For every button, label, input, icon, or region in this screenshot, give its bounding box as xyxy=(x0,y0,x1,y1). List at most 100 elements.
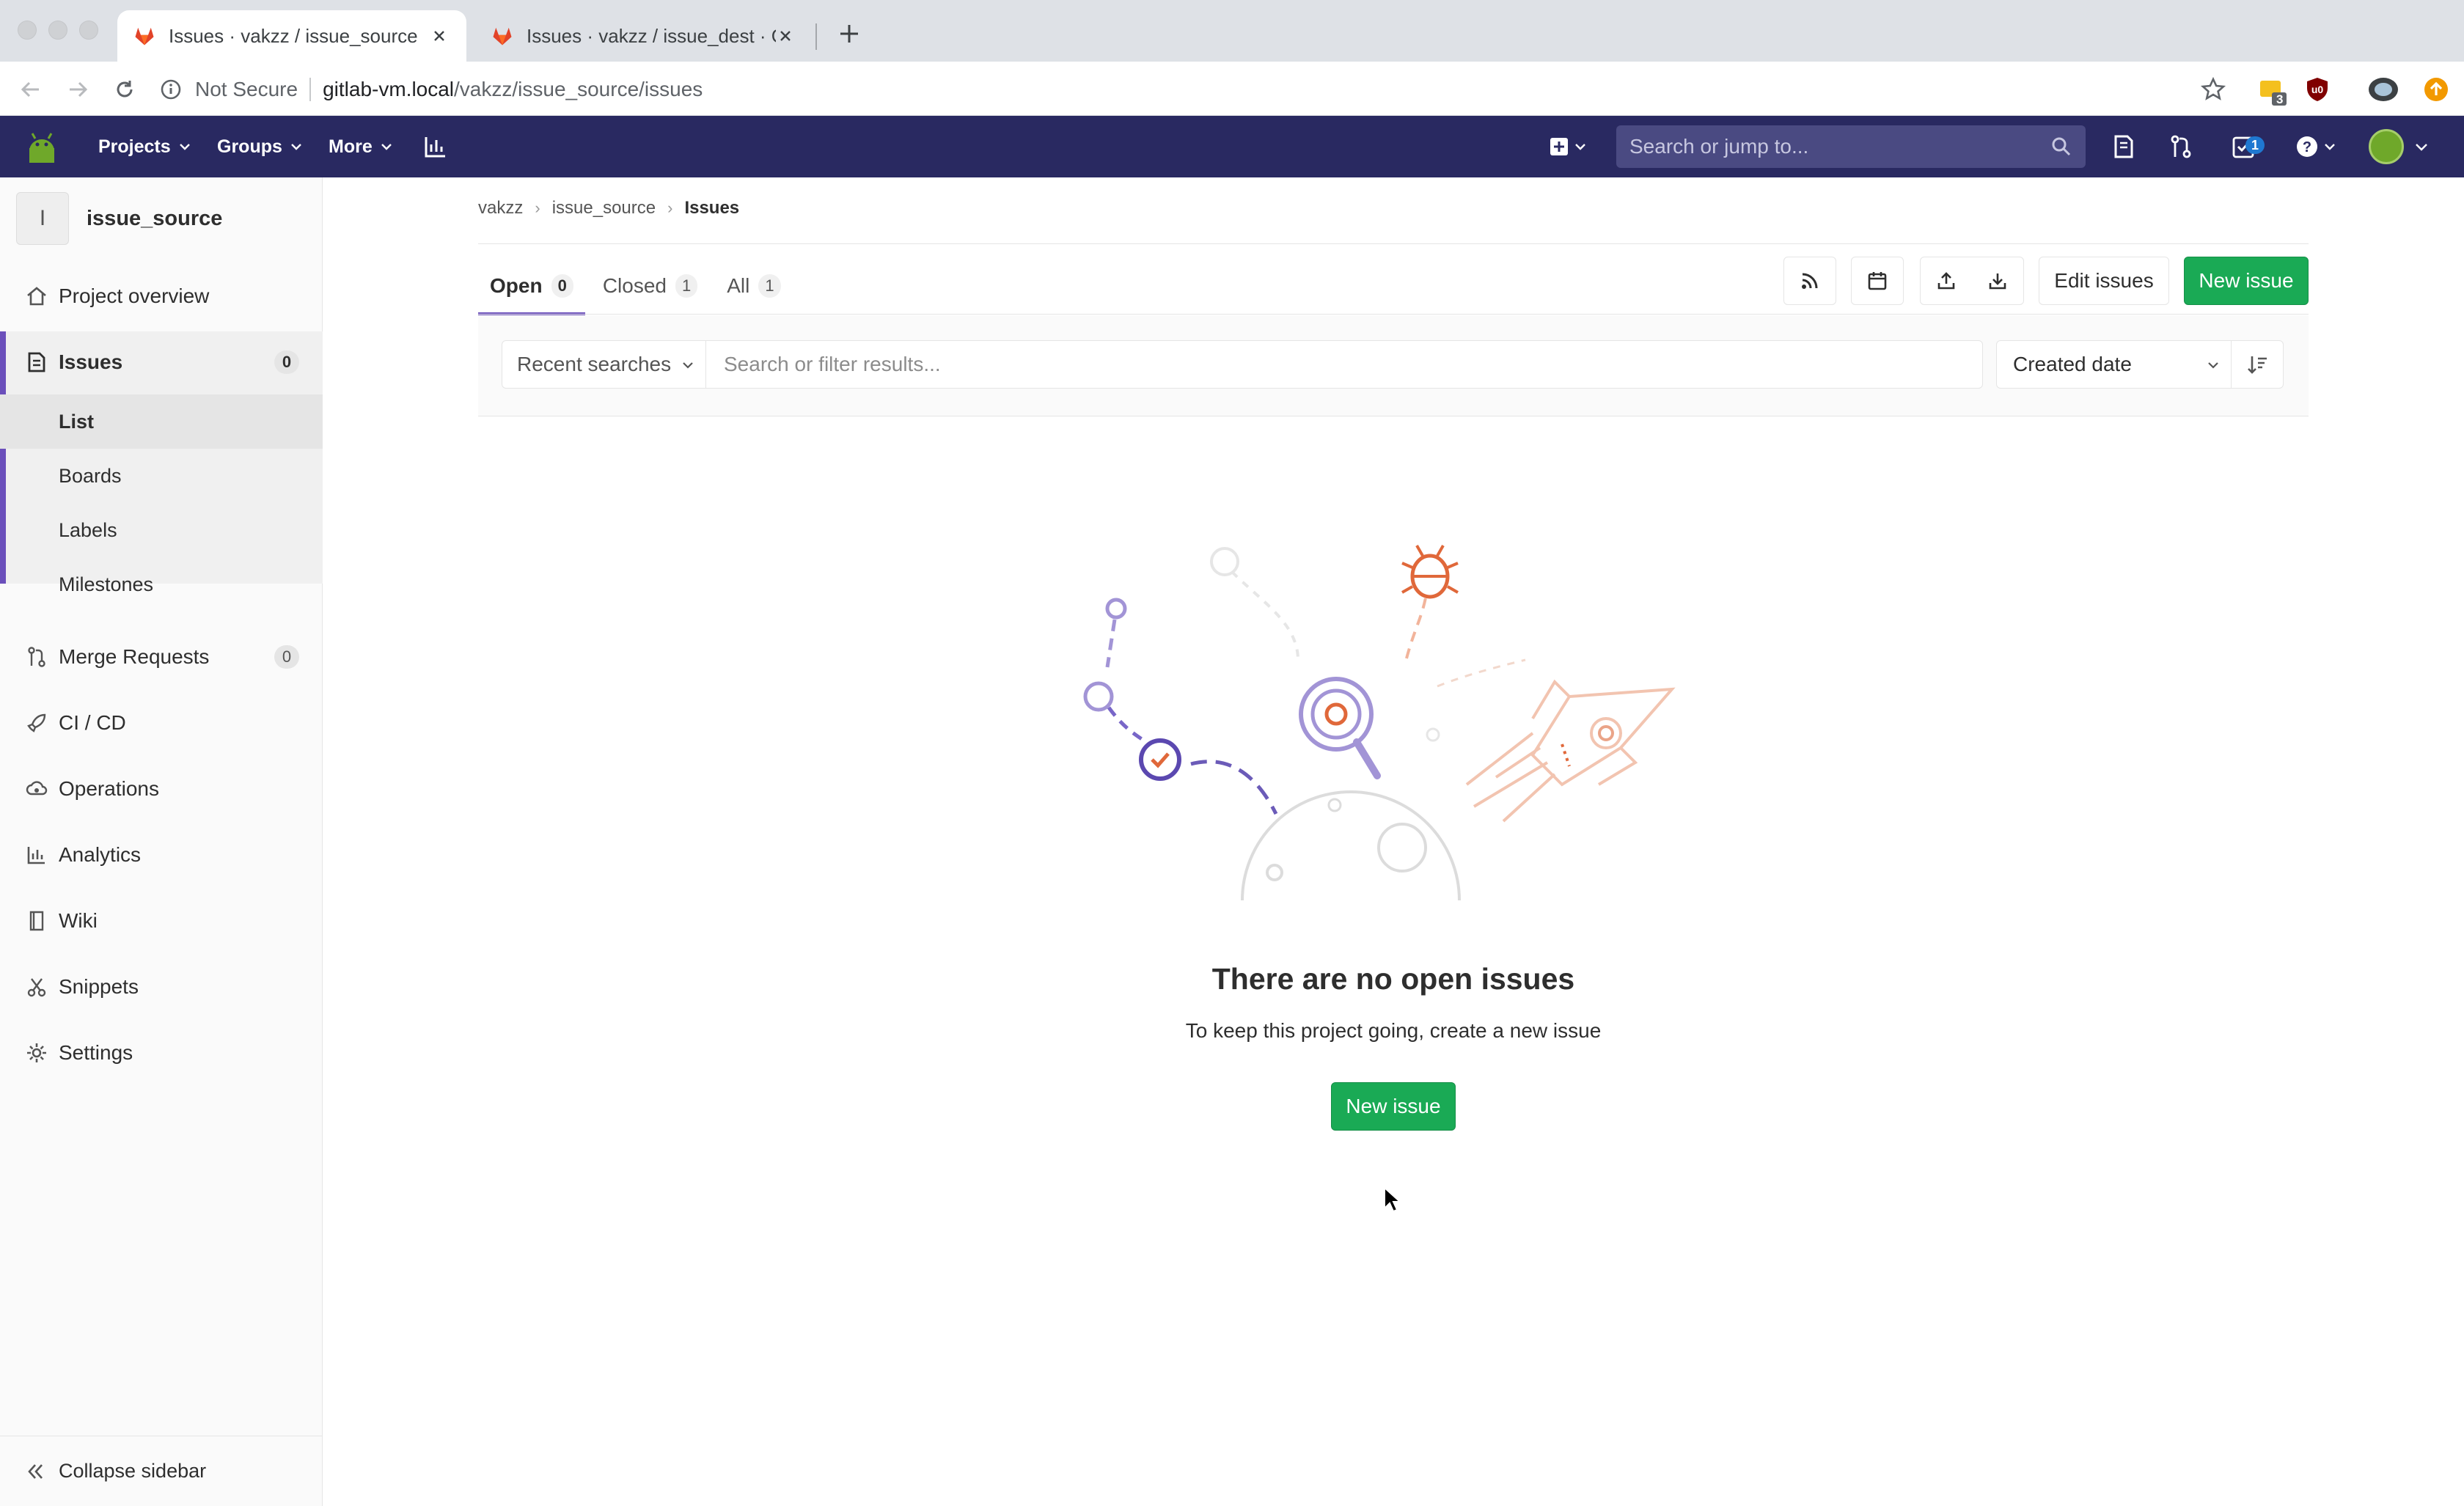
edit-issues-button[interactable]: Edit issues xyxy=(2039,257,2169,305)
home-icon xyxy=(25,284,48,308)
ublock-shield-icon[interactable]: u0 xyxy=(2304,76,2331,103)
sort-direction-button[interactable] xyxy=(2231,340,2284,389)
profile-extension-icon[interactable] xyxy=(2367,76,2398,103)
reload-icon[interactable] xyxy=(110,75,139,104)
merge-requests-shortcut-icon[interactable] xyxy=(2166,132,2196,161)
new-item-dropdown[interactable] xyxy=(1544,132,1596,161)
sort-dropdown[interactable]: Created date xyxy=(1996,340,2232,389)
info-icon[interactable] xyxy=(160,78,182,100)
sidebar-item-label: Settings xyxy=(59,1041,133,1064)
mouse-pointer-icon xyxy=(1384,1186,1401,1213)
export-upload-icon[interactable] xyxy=(1936,271,1957,291)
browser-tab-strip: Issues · vakzz / issue_source · G Issues… xyxy=(0,0,2464,62)
forward-icon[interactable] xyxy=(63,75,92,104)
window-zoom-light[interactable] xyxy=(79,21,98,40)
groups-menu[interactable]: Groups xyxy=(217,116,303,177)
sort-dropdown-label: Created date xyxy=(2013,353,2132,375)
tab-open[interactable]: Open 0 xyxy=(478,257,585,315)
project-name: issue_source xyxy=(87,206,223,230)
collapse-sidebar-button[interactable]: Collapse sidebar xyxy=(0,1436,323,1506)
url-host: gitlab-vm.local xyxy=(323,78,455,100)
cloud-gear-icon xyxy=(25,777,48,801)
gitlab-logo-icon[interactable] xyxy=(23,129,60,166)
user-avatar[interactable] xyxy=(2369,129,2404,164)
sidebar-item-label: Issues xyxy=(59,350,123,373)
sidebar-item-wiki[interactable]: Wiki xyxy=(0,889,323,953)
browser-tab-issue-source[interactable]: Issues · vakzz / issue_source · G xyxy=(117,10,466,62)
sidebar-subitem-milestones[interactable]: Milestones xyxy=(0,557,323,611)
global-search-input[interactable]: Search or jump to... xyxy=(1616,125,2086,168)
more-menu[interactable]: More xyxy=(329,116,393,177)
tab-separator xyxy=(815,23,817,50)
divider xyxy=(478,243,2309,244)
rss-button[interactable] xyxy=(1783,257,1836,305)
tab-label: Open xyxy=(490,274,543,297)
sidebar-item-snippets[interactable]: Snippets xyxy=(0,955,323,1019)
breadcrumb-current[interactable]: Issues xyxy=(684,198,739,218)
issues-shortcut-icon[interactable] xyxy=(2109,132,2138,161)
sidebar-item-operations[interactable]: Operations xyxy=(0,757,323,821)
chevron-down-icon xyxy=(291,144,301,150)
groups-menu-label: Groups xyxy=(217,136,282,157)
sidebar-item-merge-requests[interactable]: Merge Requests 0 xyxy=(0,625,323,689)
window-minimize-light[interactable] xyxy=(48,21,67,40)
tab-count: 0 xyxy=(551,274,573,298)
sidebar-item-settings[interactable]: Settings xyxy=(0,1021,323,1085)
extension-note-icon[interactable]: 3 xyxy=(2259,76,2287,106)
new-tab-icon[interactable] xyxy=(835,19,864,48)
sidebar-subitem-list[interactable]: List xyxy=(0,394,323,449)
issues-icon xyxy=(25,350,48,374)
filter-placeholder: Search or filter results... xyxy=(724,353,941,375)
url-field[interactable]: Not Secure gitlab-vm.local/vakzz/issue_s… xyxy=(160,70,2228,109)
new-issue-button[interactable]: New issue xyxy=(2184,257,2309,305)
sidebar-item-analytics[interactable]: Analytics xyxy=(0,823,323,887)
filter-search-input[interactable]: Search or filter results... xyxy=(705,340,1983,389)
sidebar-item-label: Snippets xyxy=(59,975,139,998)
chart-icon xyxy=(25,843,48,867)
empty-state-new-issue-button[interactable]: New issue xyxy=(1331,1082,1456,1131)
address-bar: Not Secure gitlab-vm.local/vakzz/issue_s… xyxy=(0,62,2464,116)
sidebar-subitem-boards[interactable]: Boards xyxy=(0,449,323,503)
empty-state-title: There are no open issues xyxy=(1211,962,1575,996)
scissors-icon xyxy=(25,975,48,999)
project-sidebar: I issue_source Project overview Issues 0… xyxy=(0,177,323,1506)
breadcrumb-project[interactable]: issue_source xyxy=(552,198,656,218)
recent-searches-label: Recent searches xyxy=(517,353,672,375)
sidebar-item-project-overview[interactable]: Project overview xyxy=(0,264,323,328)
rocket-icon xyxy=(25,711,48,735)
book-icon xyxy=(25,909,48,933)
tab-title: Issues · vakzz / issue_dest · GitL xyxy=(527,24,776,47)
chevron-down-icon[interactable] xyxy=(2407,132,2436,161)
gitlab-top-navbar: Projects Groups More Search or jump to..… xyxy=(0,116,2464,177)
breadcrumb-owner[interactable]: vakzz xyxy=(478,198,523,218)
sidebar-item-issues[interactable]: Issues 0 xyxy=(0,330,323,394)
svg-text:?: ? xyxy=(2303,139,2311,155)
sidebar-item-label: Merge Requests xyxy=(59,645,210,668)
tab-all[interactable]: All 1 xyxy=(715,257,792,315)
help-dropdown[interactable]: ? xyxy=(2292,132,2344,161)
back-icon[interactable] xyxy=(16,75,45,104)
sidebar-subitem-labels[interactable]: Labels xyxy=(0,503,323,557)
tab-close-icon[interactable] xyxy=(774,25,796,47)
tab-closed[interactable]: Closed 1 xyxy=(591,257,709,315)
projects-menu[interactable]: Projects xyxy=(98,116,191,177)
sidebar-item-ci-cd[interactable]: CI / CD xyxy=(0,691,323,755)
bookmark-star-icon[interactable] xyxy=(2200,76,2226,103)
project-header[interactable]: I issue_source xyxy=(16,192,222,245)
merge-requests-count-badge: 0 xyxy=(274,645,299,669)
empty-state-subtitle: To keep this project going, create a new… xyxy=(1185,1019,1602,1042)
activity-chart-icon[interactable] xyxy=(421,132,450,161)
tab-title: Issues · vakzz / issue_source · G xyxy=(169,24,418,47)
browser-tab-issue-dest[interactable]: Issues · vakzz / issue_dest · GitL xyxy=(475,10,813,62)
window-close-light[interactable] xyxy=(18,21,37,40)
chevron-down-icon xyxy=(179,144,190,150)
calendar-button[interactable] xyxy=(1851,257,1904,305)
issues-count-badge: 0 xyxy=(274,350,299,374)
tab-close-icon[interactable] xyxy=(428,25,450,47)
gitlab-favicon-icon xyxy=(493,27,512,45)
recent-searches-dropdown[interactable]: Recent searches xyxy=(502,340,707,389)
extension-badge: 3 xyxy=(2276,92,2284,106)
update-arrow-icon[interactable] xyxy=(2423,76,2449,103)
chevron-right-icon: › xyxy=(535,199,540,217)
import-download-icon[interactable] xyxy=(1987,271,2008,291)
